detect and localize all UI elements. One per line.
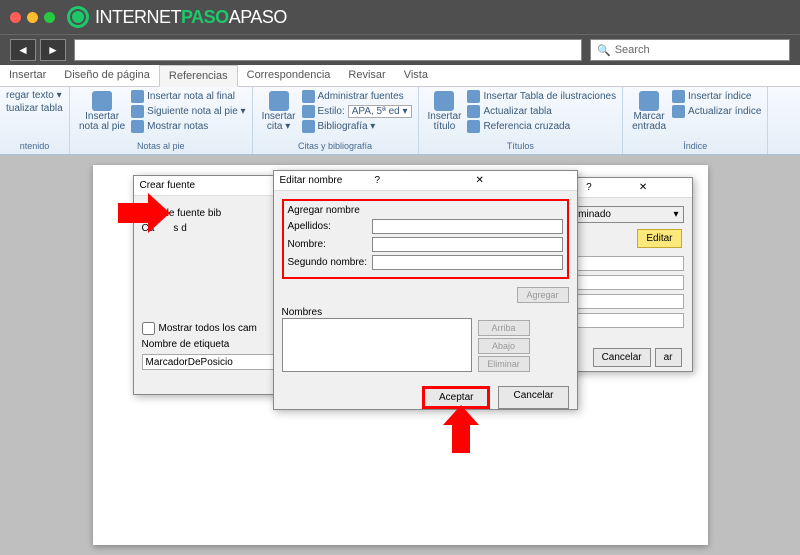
close-dot[interactable] (10, 12, 21, 23)
update-tof-button[interactable]: Actualizar tabla (467, 104, 616, 119)
tab-insertar[interactable]: Insertar (0, 65, 55, 86)
ribbon: regar texto ▾ tualizar tabla ntenido Ins… (0, 87, 800, 155)
citation-icon (269, 91, 289, 111)
insert-index-button[interactable]: Insertar índice (672, 89, 761, 104)
group-indice-label: Índice (629, 140, 761, 152)
manage-sources-button[interactable]: Administrar fuentes (302, 89, 412, 104)
group-citas-label: Citas y bibliografía (259, 140, 412, 152)
show-all-checkbox[interactable] (142, 322, 155, 335)
next-icon (131, 105, 144, 118)
tab-correspondencia[interactable]: Correspondencia (238, 65, 340, 86)
cancelar-button[interactable]: Cancelar (498, 386, 568, 409)
url-input[interactable] (74, 39, 582, 61)
show-notes-button[interactable]: Mostrar notas (131, 119, 245, 134)
eliminar-button[interactable]: Eliminar (478, 356, 530, 372)
updidx-icon (672, 105, 685, 118)
editar-nombre-dialog: Editar nombre ? ✕ Agregar nombre Apellid… (273, 170, 578, 410)
insert-endnote-button[interactable]: Insertar nota al final (131, 89, 245, 104)
tab-vista[interactable]: Vista (395, 65, 437, 86)
show-all-label: Mostrar todos los cam (159, 323, 257, 334)
insert-caption-button[interactable]: Insertar título (425, 89, 465, 134)
help-icon[interactable]: ? (369, 175, 470, 186)
segundo-nombre-label: Segundo nombre: (288, 257, 368, 268)
browser-titlebar: INTERNETPASOAPASO (0, 0, 800, 34)
group-contenido-label: ntenido (6, 140, 63, 152)
group-titulos-label: Títulos (425, 140, 617, 152)
group-notas-label: Notas al pie (76, 140, 246, 152)
tab-revisar[interactable]: Revisar (339, 65, 394, 86)
tab-referencias[interactable]: Referencias (159, 65, 238, 87)
bibliography-button[interactable]: Bibliografía ▾ (302, 119, 412, 134)
insert-footnote-button[interactable]: Insertar nota al pie (76, 89, 128, 134)
segundo-nombre-input[interactable] (372, 255, 563, 270)
footnote-icon (92, 91, 112, 111)
apellidos-input[interactable] (372, 219, 563, 234)
help-icon[interactable]: ? (580, 182, 633, 193)
agregar-nombre-section: Agregar nombre Apellidos: Nombre: Segund… (282, 199, 569, 279)
search-input[interactable]: 🔍 Search (590, 39, 790, 61)
nombre-input[interactable] (372, 237, 563, 252)
arriba-button[interactable]: Arriba (478, 320, 530, 336)
update-index-button[interactable]: Actualizar índice (672, 104, 761, 119)
style-dropdown[interactable]: Estilo: APA, 5ª ed ▾ (302, 104, 412, 119)
index-icon (672, 90, 685, 103)
site-logo-icon (67, 6, 89, 28)
update-table-button[interactable]: tualizar tabla (6, 102, 63, 115)
nombre-label: Nombre: (288, 239, 368, 250)
minimize-dot[interactable] (27, 12, 38, 23)
search-icon: 🔍 (597, 44, 611, 57)
endnote-icon (131, 90, 144, 103)
tab-diseno[interactable]: Diseño de página (55, 65, 159, 86)
ribbon-tabs: Insertar Diseño de página Referencias Co… (0, 65, 800, 87)
agregar-button[interactable]: Agregar (517, 287, 569, 303)
forward-button[interactable]: ► (40, 39, 66, 61)
style-icon (302, 105, 315, 118)
site-brand: INTERNETPASOAPASO (95, 7, 287, 28)
tag-name-label: Nombre de etiqueta (142, 339, 230, 350)
browser-navbar: ◄ ► 🔍 Search (0, 34, 800, 65)
next-footnote-button[interactable]: Siguiente nota al pie ▾ (131, 104, 245, 119)
tof-icon (467, 90, 480, 103)
mark-entry-button[interactable]: Marcar entrada (629, 89, 669, 134)
maximize-dot[interactable] (44, 12, 55, 23)
document-area: Crear fuente Tipo de fuente bib Ca s d M… (0, 155, 800, 555)
close-icon[interactable]: ✕ (633, 182, 686, 193)
biblio-icon (302, 120, 315, 133)
dialog-title: Editar nombre (280, 175, 369, 186)
cancel-button-2[interactable]: Cancelar (593, 348, 651, 367)
ok-partial-button[interactable]: ar (655, 348, 682, 367)
nombres-label: Nombres (282, 307, 569, 318)
nombres-listbox[interactable] (282, 318, 472, 372)
insert-tof-button[interactable]: Insertar Tabla de ilustraciones (467, 89, 616, 104)
abajo-button[interactable]: Abajo (478, 338, 530, 354)
sources-icon (302, 90, 315, 103)
close-icon[interactable]: ✕ (470, 175, 571, 186)
document-page: Crear fuente Tipo de fuente bib Ca s d M… (93, 165, 708, 545)
crossref-icon (467, 120, 480, 133)
section-label: Agregar nombre (288, 205, 563, 216)
add-text-button[interactable]: regar texto ▾ (6, 89, 63, 102)
apellidos-label: Apellidos: (288, 221, 368, 232)
back-button[interactable]: ◄ (10, 39, 36, 61)
edit-button[interactable]: Editar (637, 229, 681, 248)
mark-icon (639, 91, 659, 111)
update-icon (467, 105, 480, 118)
caption-icon (434, 91, 454, 111)
insert-citation-button[interactable]: Insertar cita ▾ (259, 89, 299, 134)
crossref-button[interactable]: Referencia cruzada (467, 119, 616, 134)
show-icon (131, 120, 144, 133)
